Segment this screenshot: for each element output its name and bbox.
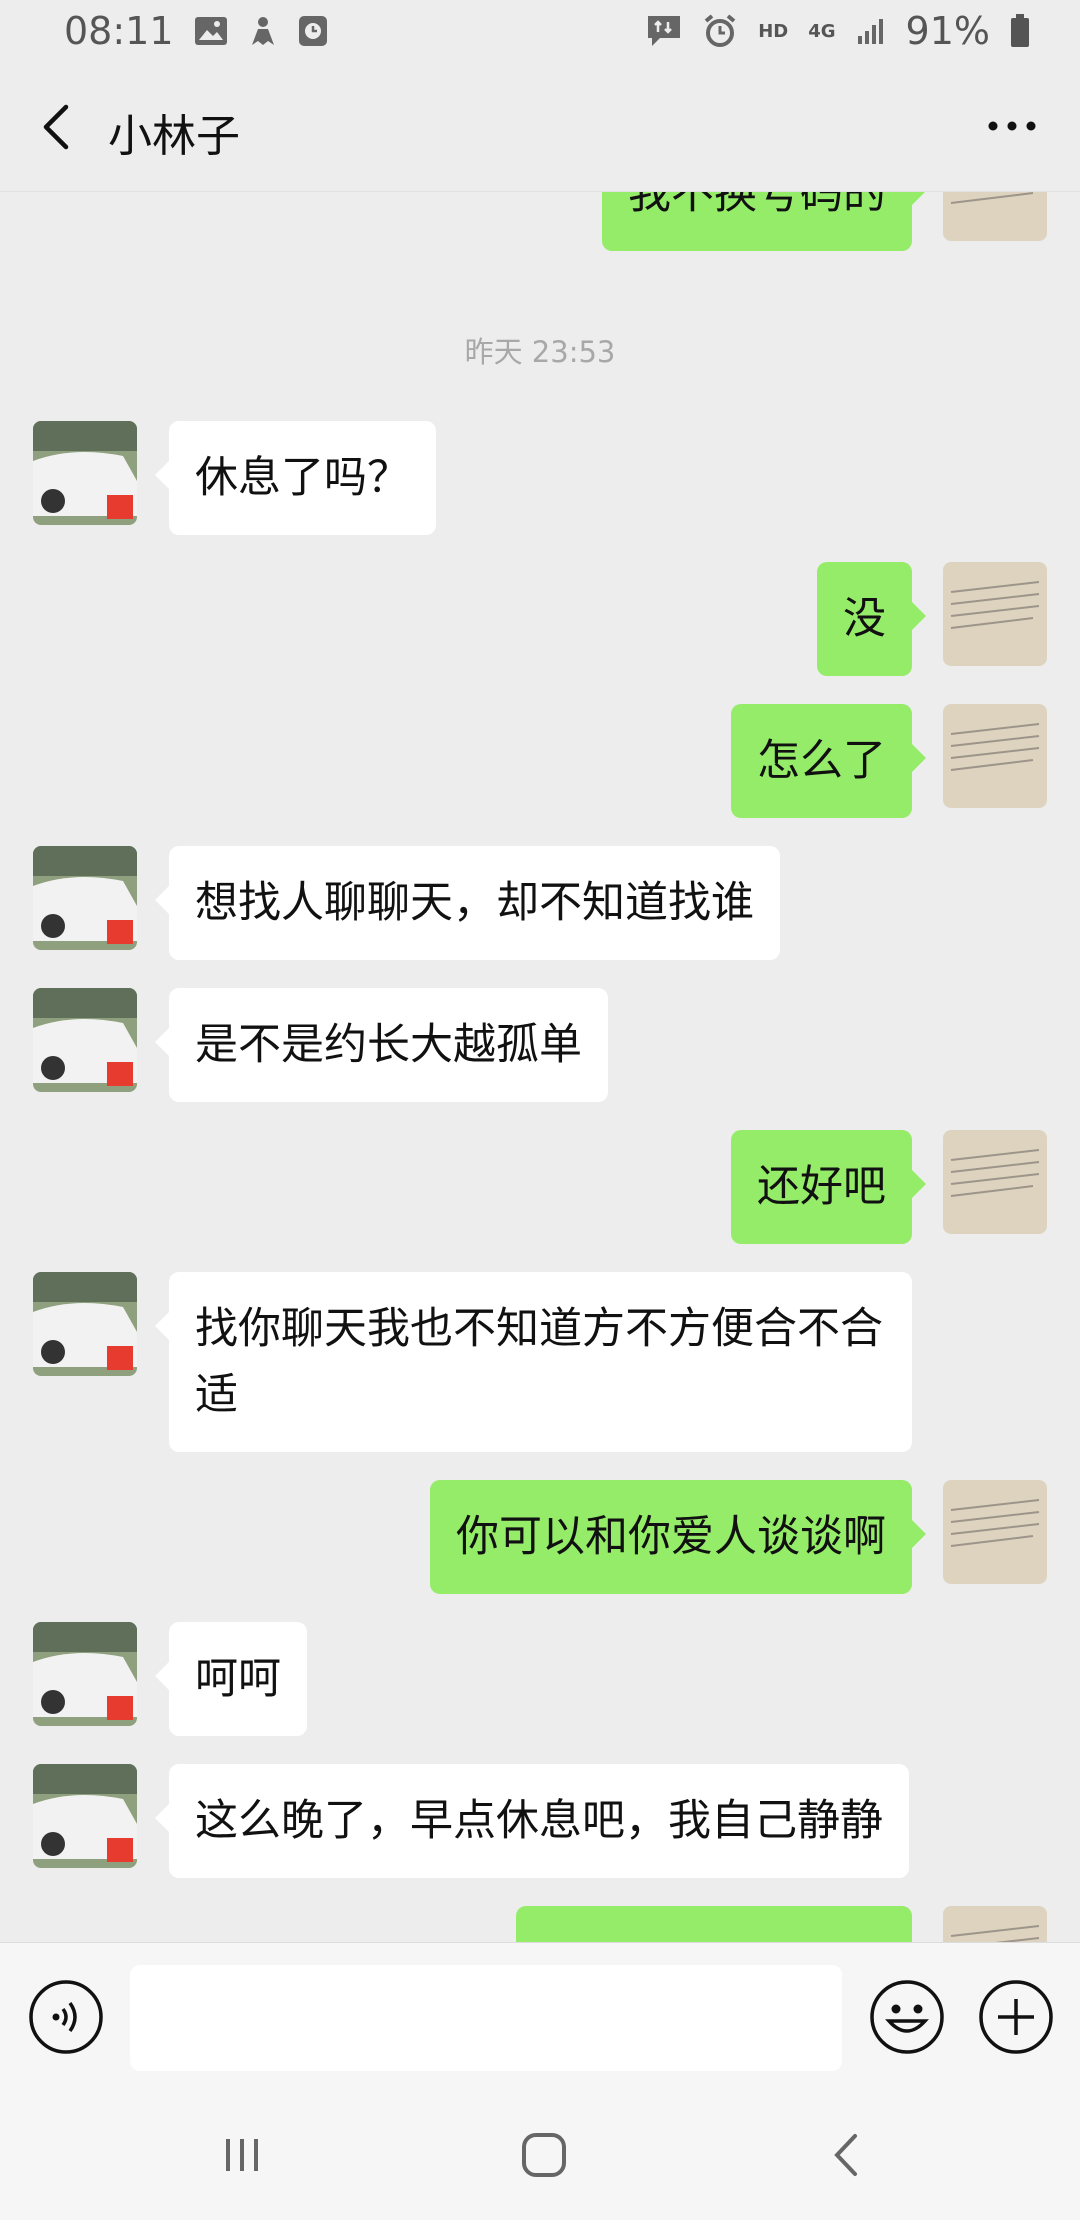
back-nav-button[interactable] — [806, 2125, 886, 2185]
voice-input-button[interactable] — [28, 1979, 104, 2055]
input-bar — [0, 1942, 1080, 2090]
network-hd: HD — [758, 20, 789, 42]
back-button[interactable] — [30, 102, 80, 152]
recent-apps-button[interactable] — [202, 2125, 282, 2185]
contact-avatar[interactable] — [33, 1272, 137, 1376]
back-arrow-icon — [43, 104, 69, 150]
my-avatar[interactable] — [943, 1480, 1047, 1584]
received-message-bubble[interactable]: 休息了吗？ — [155, 421, 436, 535]
person-icon — [248, 15, 278, 47]
my-avatar[interactable] — [943, 1130, 1047, 1234]
sent-message-bubble[interactable]: 没 — [817, 562, 926, 676]
my-avatar[interactable] — [943, 704, 1047, 808]
my-avatar[interactable] — [943, 192, 1047, 241]
contact-avatar[interactable] — [33, 988, 137, 1092]
received-message-bubble[interactable]: 呵呵 — [155, 1622, 307, 1736]
contact-avatar[interactable] — [33, 1622, 137, 1726]
gallery-icon — [194, 16, 228, 46]
received-message-bubble[interactable]: 是不是约长大越孤单 — [155, 988, 608, 1102]
voice-icon — [29, 1980, 103, 2054]
contact-avatar[interactable] — [33, 421, 137, 525]
emoji-icon — [870, 1980, 944, 2054]
data-message-icon — [646, 14, 682, 48]
system-nav-bar — [0, 2090, 1080, 2220]
received-message-bubble[interactable]: 想找人聊聊天，却不知道找谁 — [155, 846, 780, 960]
battery-percent: 91% — [905, 9, 990, 53]
chat-header: 小林子 — [0, 62, 1080, 192]
my-avatar[interactable] — [943, 562, 1047, 666]
sent-message-bubble[interactable]: 你可以和你爱人谈谈啊 — [430, 1480, 926, 1594]
back-nav-icon — [834, 2134, 857, 2176]
recent-apps-icon — [226, 2139, 258, 2171]
received-message-bubble[interactable]: 找你聊天我也不知道方不方便合不合适 — [155, 1272, 912, 1452]
message-list[interactable]: 我不换号码的 昨天 23:53 休息了吗？ 没 怎么了 想找人聊聊天，却不知道找… — [0, 192, 1080, 1942]
more-button[interactable] — [982, 104, 1042, 148]
plus-icon — [979, 1980, 1053, 2054]
chat-title: 小林子 — [108, 111, 240, 162]
home-icon — [522, 2133, 566, 2177]
clock-badge-icon — [298, 15, 328, 47]
message-input[interactable] — [130, 1965, 842, 2071]
sent-message-bubble[interactable]: 怎么了 — [731, 704, 926, 818]
sent-message-bubble[interactable] — [516, 1906, 912, 1942]
more-functions-button[interactable] — [978, 1979, 1054, 2055]
battery-icon — [1010, 14, 1030, 48]
status-time: 08:11 — [64, 9, 174, 53]
home-button[interactable] — [504, 2125, 584, 2185]
contact-avatar[interactable] — [33, 1764, 137, 1868]
signal-icon — [856, 16, 886, 46]
alarm-icon — [702, 13, 738, 49]
sent-message-bubble[interactable]: 我不换号码的 — [602, 192, 926, 251]
network-generation: 4G — [808, 20, 836, 42]
my-avatar[interactable] — [943, 1906, 1047, 1942]
timestamp-label: 昨天 23:53 — [464, 335, 616, 369]
status-bar: 08:11 HD 4G 91% — [0, 0, 1080, 62]
received-message-bubble[interactable]: 这么晚了，早点休息吧，我自己静静 — [155, 1764, 909, 1878]
emoji-button[interactable] — [869, 1979, 945, 2055]
sent-message-bubble[interactable]: 还好吧 — [731, 1130, 926, 1244]
contact-avatar[interactable] — [33, 846, 137, 950]
more-icon — [988, 121, 1036, 131]
